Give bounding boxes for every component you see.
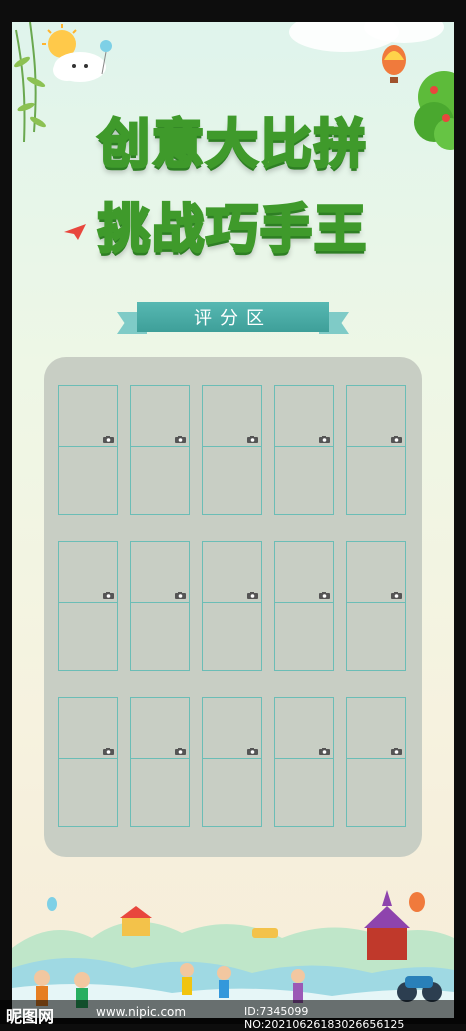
bottom-scene-illustration [12, 890, 454, 1018]
camera-icon [247, 436, 258, 443]
score-cell [130, 697, 190, 827]
section-title: 评分区 [137, 302, 329, 332]
title-line-1: 创意大比拼 [96, 114, 368, 177]
score-cell [274, 385, 334, 515]
camera-icon [175, 592, 186, 599]
score-cell [346, 697, 406, 827]
score-panel [44, 357, 422, 857]
score-cell [130, 385, 190, 515]
cell-divider [131, 602, 189, 603]
cell-divider [59, 446, 117, 447]
camera-icon [391, 436, 402, 443]
poster: 创意大比拼 挑战巧手王 评分区 [12, 22, 454, 1018]
watermark-url: www.nipic.com [96, 1005, 187, 1019]
watermark-logo: 昵图网 [6, 1007, 55, 1026]
camera-icon [175, 748, 186, 755]
camera-icon [103, 592, 114, 599]
cell-divider [203, 758, 261, 759]
camera-icon [247, 592, 258, 599]
score-cell [58, 541, 118, 671]
cell-divider [203, 446, 261, 447]
cell-divider [59, 602, 117, 603]
score-cell [202, 385, 262, 515]
score-cell [58, 697, 118, 827]
cell-divider [203, 602, 261, 603]
paper-plane-icon [64, 224, 86, 240]
cell-divider [131, 446, 189, 447]
cell-divider [347, 446, 405, 447]
score-cell [58, 385, 118, 515]
score-cell [346, 385, 406, 515]
camera-icon [103, 436, 114, 443]
cell-divider [347, 758, 405, 759]
camera-icon [103, 748, 114, 755]
camera-icon [319, 436, 330, 443]
score-cell [202, 541, 262, 671]
cell-divider [131, 758, 189, 759]
cell-divider [347, 602, 405, 603]
camera-icon [391, 592, 402, 599]
camera-icon [175, 436, 186, 443]
cell-divider [275, 446, 333, 447]
camera-icon [319, 592, 330, 599]
camera-icon [391, 748, 402, 755]
score-cell [346, 541, 406, 671]
score-cell [274, 541, 334, 671]
section-ribbon: 评分区 [117, 300, 349, 340]
score-cell [274, 697, 334, 827]
score-cell [130, 541, 190, 671]
camera-icon [319, 748, 330, 755]
camera-icon [247, 748, 258, 755]
watermark-bar: 昵图网 www.nipic.com ID:7345099 NO:20210626… [0, 1000, 466, 1031]
cell-divider [59, 758, 117, 759]
watermark-id: ID:7345099 NO:20210626183026656125 [244, 1005, 405, 1031]
cell-divider [275, 758, 333, 759]
score-cell [202, 697, 262, 827]
cell-divider [275, 602, 333, 603]
